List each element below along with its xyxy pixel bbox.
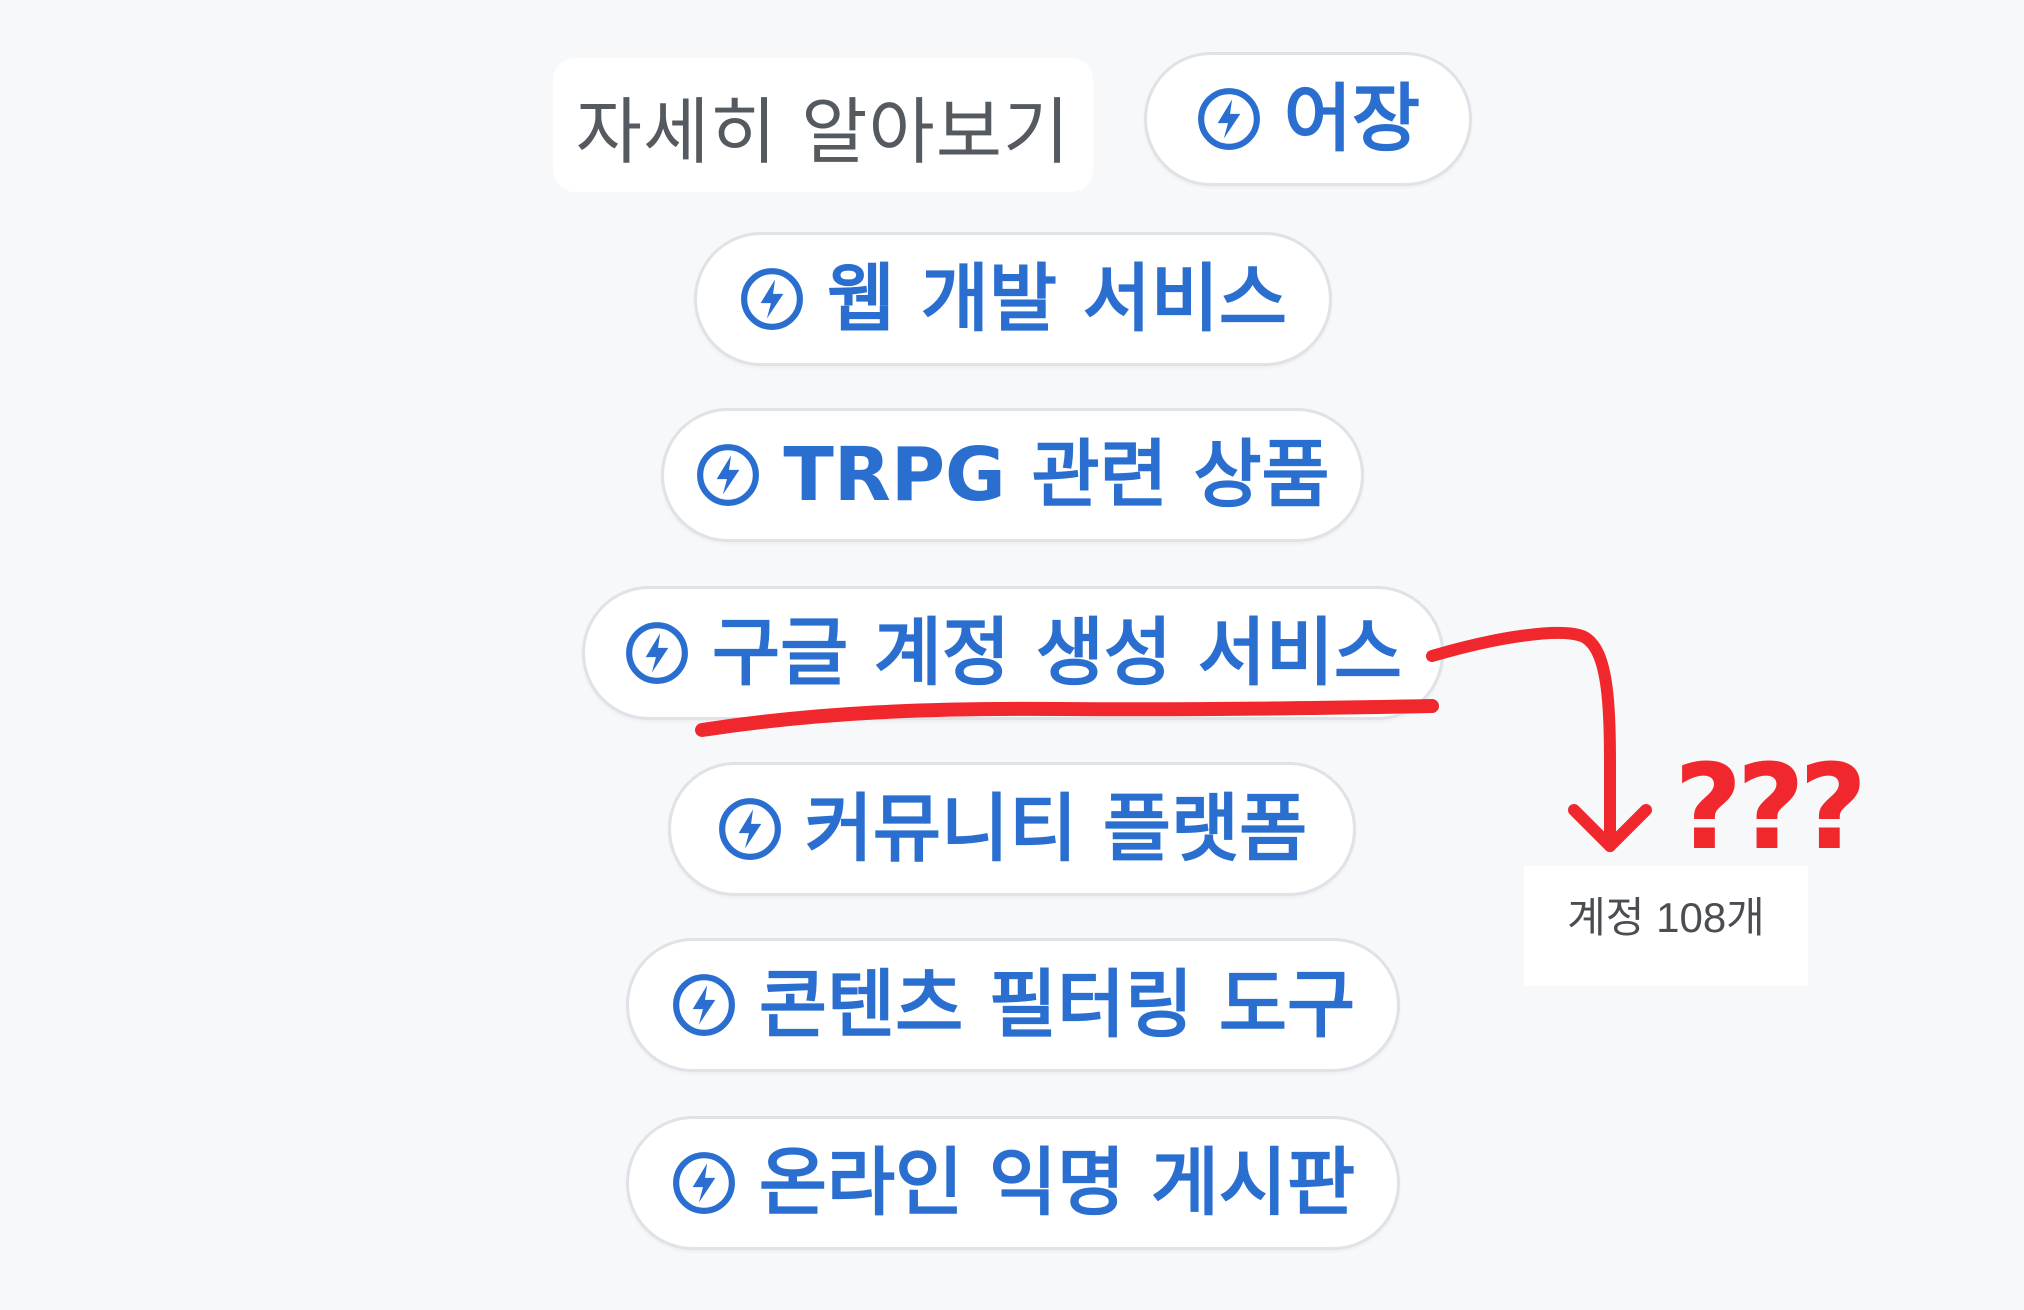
red-arrow-head	[1568, 804, 1652, 852]
chip-label: TRPG 관련 상품	[783, 432, 1330, 518]
lightning-circle-icon	[697, 444, 760, 506]
lightning-circle-icon	[1197, 88, 1260, 150]
chip-content-filter[interactable]: 콘텐츠 필터링 도구	[626, 938, 1400, 1072]
chip-trpg[interactable]: TRPG 관련 상품	[661, 408, 1364, 542]
lightning-circle-icon	[672, 1152, 735, 1214]
lightning-circle-icon	[741, 268, 803, 330]
chip-label: 커뮤니티 플랫폼	[804, 786, 1308, 872]
chip-eojang[interactable]: 어장	[1144, 52, 1472, 186]
chip-label: 구글 계정 생성 서비스	[711, 610, 1402, 696]
learn-more-button[interactable]: 자세히 알아보기	[553, 58, 1093, 192]
chip-web-dev[interactable]: 웹 개발 서비스	[694, 232, 1332, 366]
account-count-label: 계정 108개	[1524, 866, 1808, 986]
chip-label: 콘텐츠 필터링 도구	[758, 962, 1356, 1048]
chip-community[interactable]: 커뮤니티 플랫폼	[668, 762, 1356, 896]
chip-label: 온라인 익명 게시판	[758, 1140, 1356, 1226]
chip-label: 웹 개발 서비스	[826, 256, 1287, 342]
lightning-circle-icon	[672, 974, 735, 1036]
lightning-circle-icon	[718, 798, 781, 860]
chip-anonymous-board[interactable]: 온라인 익명 게시판	[626, 1116, 1400, 1250]
chip-label: 어장	[1283, 76, 1421, 162]
red-arrow-line	[1426, 626, 1617, 852]
question-marks: ???	[1674, 738, 1861, 876]
lightning-circle-icon	[626, 622, 688, 684]
chip-google-account[interactable]: 구글 계정 생성 서비스	[582, 586, 1444, 720]
